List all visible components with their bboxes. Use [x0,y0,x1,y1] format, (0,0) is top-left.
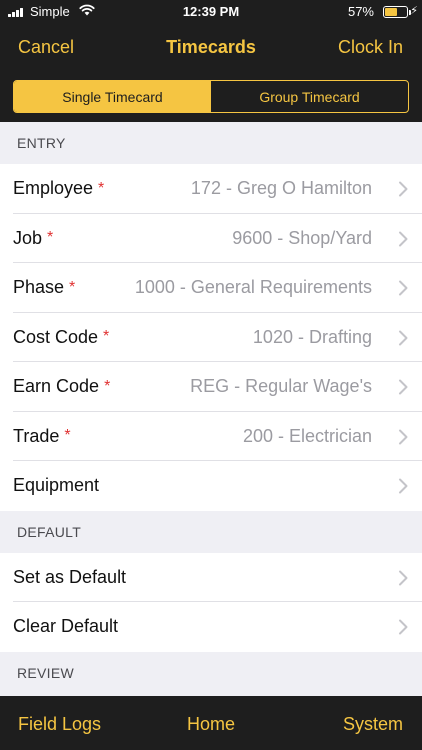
status-bar: Simple 12:39 PM 57% ⚡ [0,0,422,24]
row-earn-code[interactable]: Earn Code * REG - Regular Wage's [0,362,422,412]
row-label: Job [13,227,43,248]
row-label: Equipment [13,475,100,496]
chevron-right-icon [398,429,408,445]
chevron-right-icon [398,478,408,494]
navigation-bar: Cancel Timecards Clock In [0,24,422,72]
required-marker: * [64,427,71,445]
timecard-type-segmented-control: Single Timecard Group Timecard [13,80,409,113]
required-marker: * [69,278,76,296]
row-set-as-default[interactable]: Set as Default [0,552,422,602]
battery-icon [383,6,411,18]
row-cost-code[interactable]: Cost Code * 1020 - Drafting [0,312,422,362]
row-value: 9600 - Shop/Yard [232,227,372,248]
required-marker: * [104,377,111,395]
row-label: Trade [13,425,60,446]
tab-field-logs[interactable]: Field Logs [18,714,101,735]
segment-group-timecard[interactable]: Group Timecard [211,81,408,112]
required-marker: * [103,328,110,346]
segment-single-timecard[interactable]: Single Timecard [14,81,211,112]
page-title: Timecards [166,37,256,57]
chevron-right-icon [398,330,408,346]
row-clear-default[interactable]: Clear Default [0,602,422,652]
chevron-right-icon [398,570,408,586]
row-label: Employee [13,178,94,199]
row-label: Cost Code [13,326,99,347]
battery-percent: 57% [347,4,374,19]
clock-in-button[interactable]: Clock In [338,37,403,58]
chevron-right-icon [398,181,408,197]
row-phase[interactable]: Phase * 1000 - General Requirements [0,263,422,313]
default-list: Set as Default Clear Default [0,552,422,652]
chevron-right-icon [398,231,408,247]
chevron-right-icon [398,619,408,635]
row-equipment[interactable]: Equipment [0,461,422,511]
row-employee[interactable]: Employee * 172 - Greg O Hamilton [0,164,422,214]
row-label: Clear Default [13,616,119,637]
cancel-button[interactable]: Cancel [18,37,74,58]
required-marker: * [98,179,105,197]
row-value: 1000 - General Requirements [134,277,372,298]
header-area: Simple 12:39 PM 57% ⚡ Cancel Timecards C… [0,0,422,122]
tab-bar: Field Logs Home System [0,696,422,750]
section-header-entry: ENTRY [0,122,422,164]
tab-home[interactable]: Home [187,714,235,734]
section-header-default: DEFAULT [0,510,422,553]
row-label: Earn Code [13,376,100,397]
row-value: REG - Regular Wage's [190,376,372,397]
form-content: ENTRY Employee * 172 - Greg O Hamilton Job *… [0,122,422,696]
required-marker: * [47,229,54,247]
chevron-right-icon [398,280,408,296]
section-header-review: REVIEW [0,651,422,694]
row-value: 1020 - Drafting [252,326,372,347]
charging-bolt-icon: ⚡ [410,5,418,17]
row-job[interactable]: Job * 9600 - Shop/Yard [0,213,422,263]
row-value: 172 - Greg O Hamilton [190,178,372,199]
entry-list: Employee * 172 - Greg O Hamilton Job * 9600 -… [0,164,422,511]
row-label: Set as Default [13,566,127,587]
row-label: Phase [13,277,65,298]
tab-system[interactable]: System [343,714,403,735]
row-trade[interactable]: Trade * 200 - Electrician [0,411,422,461]
row-value: 200 - Electrician [242,425,372,446]
chevron-right-icon [398,379,408,395]
